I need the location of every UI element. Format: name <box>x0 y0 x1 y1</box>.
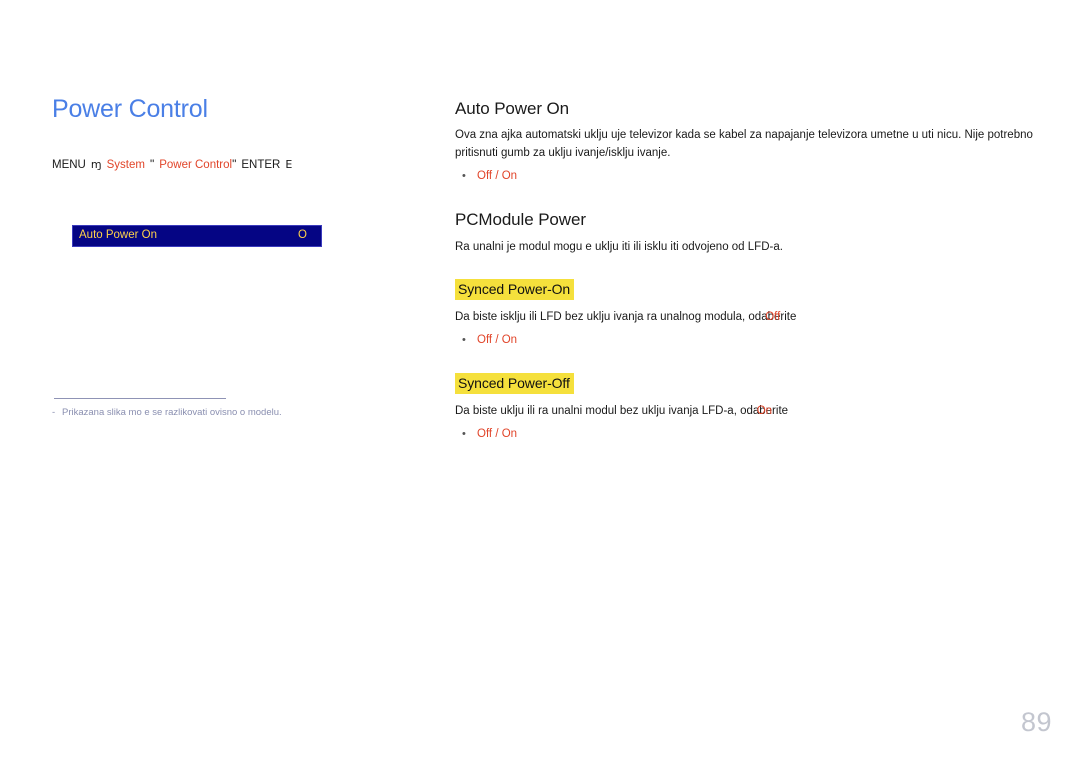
footnote-dash: - <box>52 407 56 418</box>
manual-page: Power Control MENU ɱ System " Power Control"… <box>0 0 1080 763</box>
bullet-option-values: Off / On <box>477 333 518 346</box>
section-heading-pc-module-power: PCModule Power <box>455 210 586 230</box>
subsection-paragraph-synced-power-off: Da biste uklju ili ra unalni modul bez u… <box>455 403 1075 421</box>
breadcrumb-quote-close: " <box>232 156 237 171</box>
osd-item-value: O <box>298 229 307 242</box>
footnote-text: Prikazana slika mo e se razlikovati ovis… <box>62 407 282 418</box>
bullet-dot-icon: • <box>462 170 466 183</box>
breadcrumb-menu-label: MENU <box>52 158 86 171</box>
breadcrumb-item-system: System <box>106 158 145 171</box>
bullet-option-values: Off / On <box>477 427 518 440</box>
breadcrumb-item-power-control: Power Control <box>159 158 233 171</box>
breadcrumb-quote-open: " <box>149 156 155 171</box>
osd-item-label: Auto Power On <box>79 229 157 242</box>
section-paragraph-auto-power-on: Ova zna ajka automatski uklju uje televi… <box>455 129 1033 160</box>
menu-glyph-icon: ɱ <box>90 157 102 171</box>
paragraph-text: Da biste uklju ili ra unalni modul bez u… <box>455 405 789 417</box>
subsection-heading-synced-power-off: Synced Power-Off <box>455 372 574 394</box>
right-column: Auto Power On Ova zna ajka automatski uk… <box>455 99 1075 442</box>
subsection-heading-synced-power-on: Synced Power-On <box>455 278 575 300</box>
footnote-divider <box>54 398 226 399</box>
paragraph-text-with-overlap: Da biste isklju ili LFD bez uklju ivanja… <box>455 309 796 327</box>
bullet-option-values: Off / On <box>477 170 518 183</box>
paragraph-text: Da biste isklju ili LFD bez uklju ivanja… <box>455 310 797 323</box>
overlapping-option-token: On <box>756 405 773 417</box>
overlapping-option-token: Off <box>765 310 781 323</box>
section-paragraph-pc-module-power: Ra unalni je modul mogu e uklju iti ili … <box>455 240 783 253</box>
subheading-wrap-synced-power-on: Synced Power-On <box>455 278 1075 300</box>
left-column: Power Control MENU ɱ System " Power Control"… <box>52 95 402 173</box>
breadcrumb: MENU ɱ System " Power Control" ENTER E <box>52 157 402 173</box>
bullet-item: • Off / On <box>455 168 1075 184</box>
bullet-dot-icon: • <box>462 427 466 440</box>
osd-menu-row-auto-power-on[interactable]: Auto Power On O <box>72 225 322 247</box>
page-number: 89 <box>1020 707 1052 737</box>
footnote: - Prikazana slika mo e se razlikovati ovi… <box>52 406 392 419</box>
page-title: Power Control <box>52 95 208 123</box>
breadcrumb-enter-label: ENTER <box>241 158 281 171</box>
section-heading-auto-power-on: Auto Power On <box>455 99 569 118</box>
bullet-item: • Off / On <box>455 426 1075 442</box>
subheading-wrap-synced-power-off: Synced Power-Off <box>455 372 1075 394</box>
subsection-paragraph-synced-power-on: Da biste isklju ili LFD bez uklju ivanja… <box>455 309 1075 327</box>
bullet-item: • Off / On <box>455 332 1075 348</box>
enter-glyph-icon: E <box>285 157 293 171</box>
bullet-dot-icon: • <box>462 333 466 346</box>
paragraph-text-with-overlap: Da biste uklju ili ra unalni modul bez u… <box>455 403 788 421</box>
